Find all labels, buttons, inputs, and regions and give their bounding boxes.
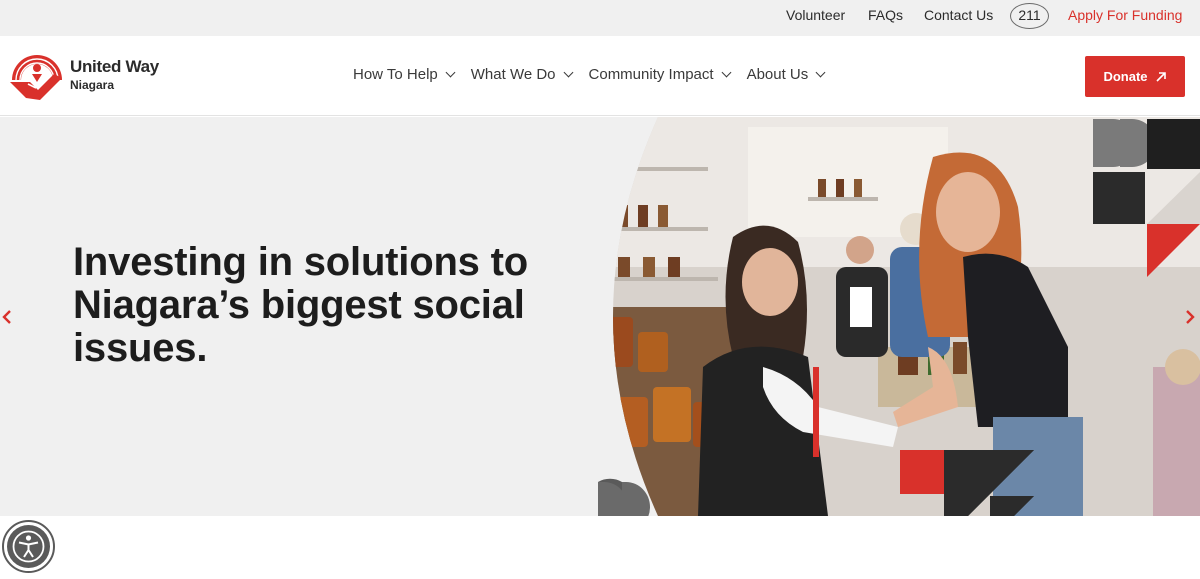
chevron-left-icon[interactable]	[0, 305, 14, 329]
chevron-down-icon	[721, 67, 732, 78]
hero-title: Investing in solutions to Niagara’s bigg…	[73, 240, 529, 370]
faqs-link[interactable]: FAQs	[868, 7, 903, 23]
primary-nav: How To Help What We Do Community Impact …	[353, 66, 841, 83]
chevron-down-icon	[445, 67, 456, 78]
nav-item-community-impact[interactable]: Community Impact	[588, 66, 732, 83]
nav-item-about-us[interactable]: About Us	[746, 66, 826, 83]
utility-bar: Volunteer FAQs Contact Us 211 Apply For …	[0, 0, 1200, 36]
hero-photo	[598, 117, 1200, 516]
contact-us-link[interactable]: Contact Us	[924, 7, 993, 23]
donate-button[interactable]: Donate	[1085, 56, 1185, 97]
accessibility-button[interactable]	[2, 520, 55, 573]
chevron-down-icon	[563, 67, 573, 78]
chevron-right-icon[interactable]	[1183, 305, 1197, 329]
volunteer-link[interactable]: Volunteer	[786, 7, 845, 23]
nav-item-label: Community Impact	[588, 66, 714, 83]
brand-name: United Way	[70, 57, 159, 76]
nav-item-what-we-do[interactable]: What We Do	[470, 66, 573, 83]
brand-subname: Niagara	[70, 78, 115, 92]
nav-item-label: How To Help	[353, 66, 438, 83]
accessibility-icon-bg	[7, 525, 50, 568]
main-header: United Way Niagara How To Help What We D…	[0, 36, 1200, 116]
below-hero	[0, 516, 1200, 579]
nav-item-how-to-help[interactable]: How To Help	[353, 66, 456, 83]
united-way-hand-logo-icon	[10, 55, 62, 100]
211-link[interactable]: 211	[1010, 3, 1049, 29]
donate-label: Donate	[1103, 69, 1148, 84]
nav-item-label: About Us	[746, 66, 809, 83]
apply-for-funding-link[interactable]: Apply For Funding	[1068, 7, 1182, 23]
arrow-up-right-icon	[1155, 71, 1166, 82]
logo[interactable]: United Way Niagara	[8, 44, 178, 104]
accessibility-icon	[12, 530, 45, 563]
nav-item-label: What We Do	[470, 66, 556, 83]
chevron-down-icon	[815, 67, 826, 78]
